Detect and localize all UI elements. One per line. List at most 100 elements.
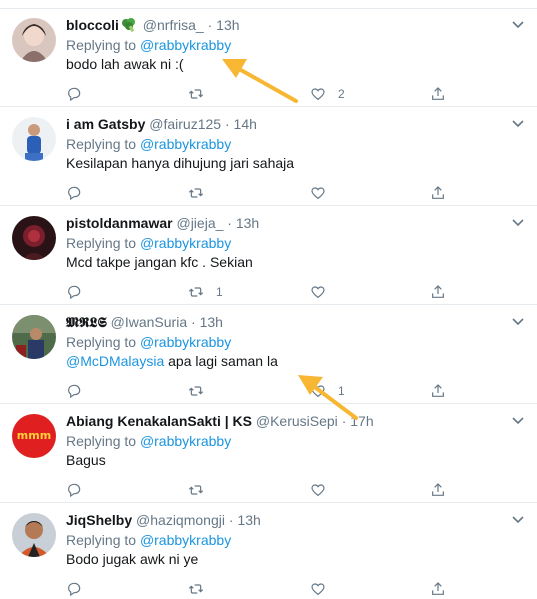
tweet-reply[interactable]: i am Gatsby @fairuz125 · 14h Replying to… [0, 107, 537, 206]
avatar[interactable] [12, 216, 56, 260]
handle[interactable]: @jieja_ [176, 215, 223, 231]
handle[interactable]: @haziqmongji [136, 512, 225, 528]
reply-button[interactable] [66, 282, 94, 302]
replying-to-label: Replying to [66, 433, 137, 449]
chevron-down-icon[interactable] [511, 317, 525, 327]
like-button[interactable] [310, 183, 338, 203]
display-name[interactable]: pistoldanmawar [66, 215, 173, 231]
heart-icon [311, 286, 325, 299]
tweet-reply[interactable]: pistoldanmawar @jieja_ · 13h Replying to… [0, 206, 537, 305]
retweet-icon [188, 188, 204, 198]
like-button[interactable]: 1 [310, 381, 345, 401]
retweet-count: 1 [216, 285, 223, 299]
reply-icon [68, 384, 81, 399]
share-button[interactable] [430, 480, 446, 500]
replying-to-mention[interactable]: @rabbykrabby [140, 235, 231, 251]
reply-button[interactable] [66, 579, 94, 599]
share-button[interactable] [430, 183, 446, 203]
share-button[interactable] [430, 282, 446, 302]
like-count: 2 [338, 87, 345, 101]
handle[interactable]: @fairuz125 [149, 116, 221, 132]
separator-dot: · [207, 17, 213, 33]
avatar[interactable] [12, 18, 56, 62]
separator-dot: · [228, 512, 234, 528]
display-name[interactable]: bloccoli [66, 17, 119, 33]
reply-icon [68, 483, 81, 498]
share-button[interactable] [430, 579, 446, 599]
separator-dot: · [224, 116, 230, 132]
reply-button[interactable] [66, 480, 94, 500]
separator-dot: · [227, 215, 232, 231]
retweet-button[interactable] [188, 381, 216, 401]
timestamp[interactable]: 17h [350, 413, 373, 429]
chevron-down-icon[interactable] [511, 119, 525, 129]
like-button[interactable]: 2 [310, 84, 345, 104]
share-icon [432, 483, 444, 496]
tweet-text: Kesilapan hanya dihujung jari sahaja [66, 155, 295, 171]
share-button[interactable] [430, 84, 446, 104]
replying-to-mention[interactable]: @rabbykrabby [140, 37, 231, 53]
share-icon [432, 582, 444, 595]
handle[interactable]: @nrfrisa_ [143, 17, 204, 33]
replying-to-mention[interactable]: @rabbykrabby [140, 136, 231, 152]
share-icon [432, 87, 444, 100]
tweet-reply[interactable]: mmm Abiang KenakalanSakti | KS @KerusiSe… [0, 404, 537, 503]
retweet-button[interactable] [188, 579, 216, 599]
tweet-reply[interactable]: 𝕸𝕽𝕷𝕾 @IwanSuria · 13h Replying to @rabby… [0, 305, 537, 404]
avatar[interactable] [12, 513, 56, 557]
avatar[interactable] [12, 117, 56, 161]
avatar[interactable] [12, 315, 56, 359]
share-icon [432, 384, 444, 397]
timestamp[interactable]: 13h [237, 512, 260, 528]
reply-icon [68, 285, 81, 300]
tweet-text: Mcd takpe jangan kfc . Sekian [66, 254, 253, 270]
retweet-button[interactable]: 1 [188, 282, 223, 302]
timestamp[interactable]: 13h [200, 314, 223, 330]
chevron-down-icon[interactable] [511, 20, 525, 30]
tweet-reply[interactable]: bloccoli @nrfrisa_ · 13h Replying to @ra… [0, 8, 537, 107]
retweet-button[interactable] [188, 480, 216, 500]
display-name[interactable]: JiqShelby [66, 512, 132, 528]
broccoli-emoji-icon [121, 18, 137, 33]
replying-to-mention[interactable]: @rabbykrabby [140, 532, 231, 548]
replying-to-mention[interactable]: @rabbykrabby [140, 334, 231, 350]
timestamp[interactable]: 13h [236, 215, 259, 231]
reply-icon [68, 186, 81, 201]
display-name[interactable]: i am Gatsby [66, 116, 145, 132]
heart-icon [311, 484, 325, 497]
avatar[interactable]: mmm [12, 414, 56, 458]
tweet-text: bodo lah awak ni :( [66, 56, 184, 72]
like-button[interactable] [310, 480, 338, 500]
heart-icon [311, 385, 325, 398]
share-button[interactable] [430, 381, 446, 401]
separator-dot: · [341, 413, 347, 429]
like-button[interactable] [310, 579, 338, 599]
display-name[interactable]: 𝕸𝕽𝕷𝕾 [66, 314, 107, 330]
replying-to-mention[interactable]: @rabbykrabby [140, 433, 231, 449]
display-name[interactable]: Abiang KenakalanSakti | KS [66, 413, 252, 429]
handle[interactable]: @KerusiSepi [256, 413, 338, 429]
like-button[interactable] [310, 282, 338, 302]
retweet-button[interactable] [188, 84, 216, 104]
replying-to-label: Replying to [66, 532, 137, 548]
reply-button[interactable] [66, 183, 94, 203]
tweet-text-mention[interactable]: @McDMalaysia [66, 353, 164, 369]
retweet-icon [188, 287, 204, 297]
retweet-icon [188, 584, 204, 594]
timestamp[interactable]: 14h [234, 116, 257, 132]
tweet-text: apa lagi saman la [164, 353, 278, 369]
chevron-down-icon[interactable] [511, 218, 525, 228]
heart-icon [311, 187, 325, 200]
retweet-button[interactable] [188, 183, 216, 203]
timestamp[interactable]: 13h [216, 17, 239, 33]
replying-to-label: Replying to [66, 37, 137, 53]
chevron-down-icon[interactable] [511, 416, 525, 426]
heart-icon [311, 583, 325, 596]
like-count: 1 [338, 384, 345, 398]
reply-button[interactable] [66, 84, 94, 104]
reply-button[interactable] [66, 381, 94, 401]
handle[interactable]: @IwanSuria [111, 314, 187, 330]
retweet-icon [188, 386, 204, 396]
chevron-down-icon[interactable] [511, 515, 525, 525]
tweet-reply[interactable]: JiqShelby @haziqmongji · 13h Replying to… [0, 503, 537, 597]
